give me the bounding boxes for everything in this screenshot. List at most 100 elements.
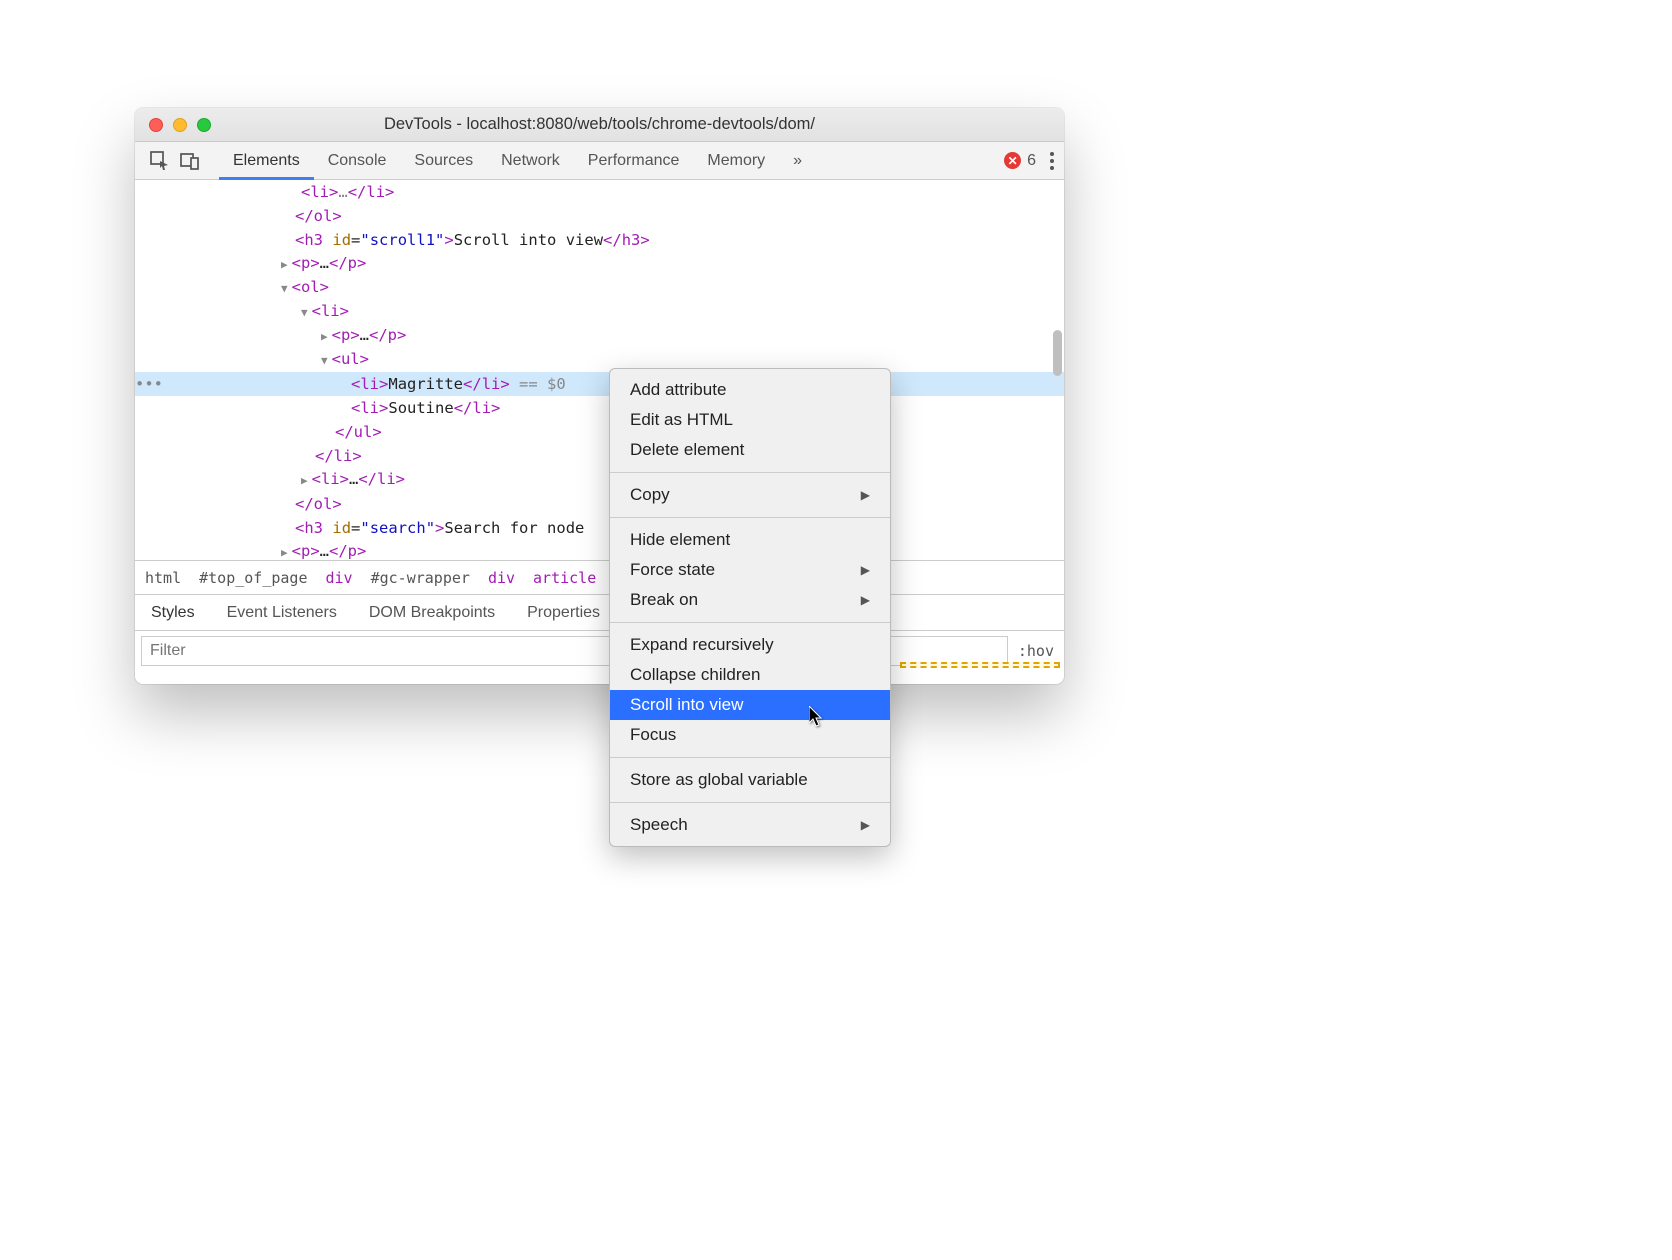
device-toggle-icon[interactable] [179, 150, 201, 172]
menu-item-store-as-global-variable[interactable]: Store as global variable [610, 765, 890, 795]
breadcrumb-item[interactable]: div [326, 569, 353, 587]
tab-performance[interactable]: Performance [574, 142, 694, 179]
menu-item-copy[interactable]: Copy ▶ [610, 480, 890, 510]
submenu-arrow-icon: ▶ [861, 818, 870, 832]
menu-item-collapse-children[interactable]: Collapse children [610, 660, 890, 690]
dom-line[interactable]: <p>…</p> [135, 252, 1064, 276]
breadcrumb-item[interactable]: article [533, 569, 596, 587]
expand-toggle-icon[interactable] [281, 253, 288, 277]
dom-line-content[interactable]: </ol> [153, 204, 342, 228]
more-menu-icon[interactable] [1050, 152, 1054, 170]
expand-toggle-icon[interactable] [301, 301, 308, 325]
dom-line[interactable]: <ol> [135, 276, 1064, 300]
expand-toggle-icon[interactable] [281, 277, 288, 301]
submenu-arrow-icon: ▶ [861, 488, 870, 502]
tab-sources[interactable]: Sources [400, 142, 487, 179]
submenu-arrow-icon: ▶ [861, 563, 870, 577]
menu-item-label: Add attribute [630, 380, 726, 400]
menu-item-label: Expand recursively [630, 635, 774, 655]
menu-item-label: Copy [630, 485, 670, 505]
dom-line[interactable]: <h3 id="search">Search for node [135, 516, 1064, 540]
menu-item-speech[interactable]: Speech ▶ [610, 810, 890, 840]
devtools-window: DevTools - localhost:8080/web/tools/chro… [135, 108, 1064, 684]
menu-item-break-on[interactable]: Break on ▶ [610, 585, 890, 615]
styles-filter-row: :hov [135, 630, 1064, 670]
dom-line-content[interactable]: </ul> [153, 420, 382, 444]
dom-line[interactable]: <li>Soutine</li> [135, 396, 1064, 420]
dom-line-content[interactable]: <li> [153, 299, 349, 325]
menu-item-scroll-into-view[interactable]: Scroll into view [610, 690, 890, 720]
tab-network[interactable]: Network [487, 142, 574, 179]
tab-elements[interactable]: Elements [219, 143, 314, 180]
hov-toggle[interactable]: :hov [1018, 642, 1054, 660]
expand-toggle-icon[interactable] [301, 469, 308, 493]
dom-line-content[interactable]: </ol> [153, 492, 342, 516]
menu-separator [610, 472, 890, 473]
breadcrumb-item[interactable]: #gc-wrapper [371, 569, 470, 587]
vertical-scrollbar[interactable] [1053, 330, 1062, 376]
dom-line-content[interactable]: <h3 id="scroll1">Scroll into view</h3> [153, 228, 650, 252]
submenu-arrow-icon: ▶ [861, 593, 870, 607]
menu-item-label: Edit as HTML [630, 410, 733, 430]
dom-line-content[interactable]: <p>…</p> [153, 323, 406, 349]
devtools-toolbar: Elements Console Sources Network Perform… [135, 142, 1064, 180]
expand-toggle-icon[interactable] [321, 349, 328, 373]
menu-item-expand-recursively[interactable]: Expand recursively [610, 630, 890, 660]
menu-item-force-state[interactable]: Force state▶ [610, 555, 890, 585]
dom-line[interactable]: </li> [135, 444, 1064, 468]
dom-line-content[interactable]: <ul> [153, 347, 369, 373]
window-title: DevTools - localhost:8080/web/tools/chro… [135, 115, 1064, 134]
styles-tab-dom-breakpoints[interactable]: DOM Breakpoints [353, 595, 511, 630]
dom-line-content[interactable]: </li> [153, 444, 362, 468]
dom-line[interactable]: <ul> [135, 348, 1064, 372]
styles-panel-tabs: Styles Event Listeners DOM Breakpoints P… [135, 594, 1064, 630]
error-count-badge[interactable]: ✕ 6 [1004, 152, 1036, 170]
dom-line[interactable]: <p>…</p> [135, 324, 1064, 348]
breadcrumb-item[interactable]: #top_of_page [199, 569, 307, 587]
expand-toggle-icon[interactable] [281, 541, 288, 560]
breadcrumb-item[interactable]: div [488, 569, 515, 587]
menu-item-label: Break on [630, 590, 698, 610]
tab-console[interactable]: Console [314, 142, 401, 179]
dom-line[interactable]: <h3 id="scroll1">Scroll into view</h3> [135, 228, 1064, 252]
menu-separator [610, 622, 890, 623]
dom-line[interactable]: <li>…</li> [135, 468, 1064, 492]
expand-toggle-icon[interactable] [321, 325, 328, 349]
dom-line-content[interactable]: <li>…</li> [153, 180, 394, 204]
dom-line[interactable]: <li> [135, 300, 1064, 324]
menu-item-focus[interactable]: Focus [610, 720, 890, 750]
dom-line[interactable]: </ul> [135, 420, 1064, 444]
dom-line-content[interactable]: <p>…</p> [153, 539, 366, 560]
tab-memory[interactable]: Memory [693, 142, 779, 179]
elements-dom-tree[interactable]: <li>…</li></ol><h3 id="scroll1">Scroll i… [135, 180, 1064, 560]
dom-line[interactable]: </ol> [135, 492, 1064, 516]
error-x-icon: ✕ [1004, 152, 1021, 169]
tabs-overflow-icon[interactable]: » [779, 142, 816, 179]
menu-item-delete-element[interactable]: Delete element [610, 435, 890, 465]
menu-item-label: Speech [630, 815, 688, 835]
menu-separator [610, 757, 890, 758]
dom-breadcrumb[interactable]: html #top_of_page div #gc-wrapper div article [135, 560, 1064, 594]
styles-tab-styles[interactable]: Styles [135, 595, 211, 630]
line-gutter: ••• [135, 372, 153, 396]
dom-line[interactable]: </ol> [135, 204, 1064, 228]
inspect-icon[interactable] [149, 150, 171, 172]
dom-line[interactable]: <p>…</p> [135, 540, 1064, 560]
dom-line-content[interactable]: <h3 id="search">Search for node [153, 516, 584, 540]
dom-line[interactable]: <li>…</li> [135, 180, 1064, 204]
menu-separator [610, 802, 890, 803]
dom-line-content[interactable]: <ol> [153, 275, 329, 301]
menu-item-hide-element[interactable]: Hide element [610, 525, 890, 555]
dom-line-content[interactable]: <li>…</li> [153, 467, 405, 493]
menu-item-add-attribute[interactable]: Add attribute [610, 375, 890, 405]
menu-item-label: Collapse children [630, 665, 760, 685]
menu-item-label: Focus [630, 725, 676, 745]
menu-item-edit-as-html[interactable]: Edit as HTML [610, 405, 890, 435]
breadcrumb-item[interactable]: html [145, 569, 181, 587]
dom-line[interactable]: •••<li>Magritte</li> == $0 [135, 372, 1064, 396]
dom-line-content[interactable]: <p>…</p> [153, 251, 366, 277]
dom-line-content[interactable]: <li>Soutine</li> [153, 396, 500, 420]
styles-tab-event-listeners[interactable]: Event Listeners [211, 595, 353, 630]
dom-line-content[interactable]: <li>Magritte</li> == $0 [153, 372, 566, 396]
styles-tab-properties[interactable]: Properties [511, 595, 616, 630]
